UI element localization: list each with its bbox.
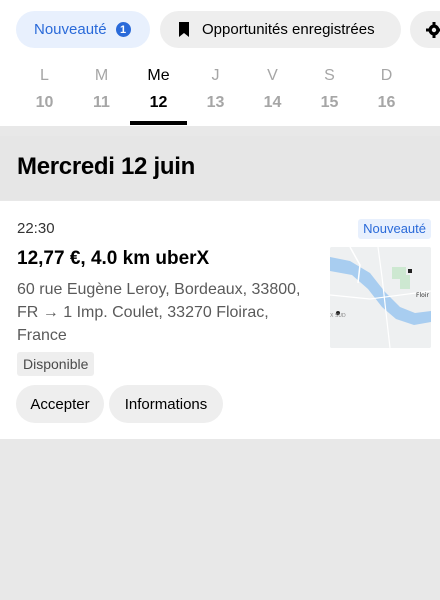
section-title: Mercredi 12 juin (17, 153, 195, 180)
map-label-south: X SUD (330, 313, 346, 319)
trip-card[interactable]: 22:30 Nouveauté 12,77 €, 4.0 km uberX 60… (0, 201, 440, 439)
day-number: 14 (263, 94, 282, 111)
bookmark-icon (179, 22, 189, 37)
day-letter: S (324, 67, 335, 84)
details-button[interactable]: Informations (109, 385, 223, 423)
day-number: 15 (320, 94, 339, 111)
filter-saved-label: Opportunités enregistrées (202, 21, 375, 38)
new-badge: Nouveauté (358, 219, 431, 239)
day-saturday[interactable]: S 15 (301, 60, 358, 126)
day-number: 11 (93, 94, 110, 111)
accept-button[interactable]: Accepter (16, 385, 104, 423)
filter-saved-chip[interactable]: Opportunités enregistrées (160, 11, 401, 48)
new-count-badge: 1 (115, 22, 131, 37)
week-day-selector: L 10 M 11 Me 12 J 13 V 14 S 15 D 16 (0, 60, 440, 126)
filter-chips: Nouveauté 1 Opportunités enregistrées (0, 0, 440, 60)
gear-icon (426, 21, 440, 38)
top-panel: Nouveauté 1 Opportunités enregistrées L … (0, 0, 440, 126)
day-letter: D (380, 67, 393, 84)
day-number: 12 (149, 94, 168, 111)
map-label-floirac: Floir (416, 292, 429, 299)
trip-fare: 12,77 €, 4.0 km uberX (17, 248, 210, 269)
day-friday[interactable]: V 14 (244, 60, 301, 126)
day-number: 16 (377, 94, 396, 111)
day-monday[interactable]: L 10 (16, 60, 73, 126)
trip-time: 22:30 (17, 220, 55, 237)
day-letter: M (94, 67, 109, 84)
date-header: Mercredi 12 juin (0, 136, 440, 200)
day-number: 13 (206, 94, 225, 111)
filter-settings-chip[interactable] (410, 11, 440, 48)
day-sunday[interactable]: D 16 (358, 60, 415, 126)
day-letter: V (267, 67, 278, 84)
filter-new-label: Nouveauté (34, 21, 107, 38)
day-number: 10 (35, 94, 54, 111)
filter-new-chip[interactable]: Nouveauté 1 (16, 11, 150, 48)
day-letter: L (40, 67, 49, 84)
route-map-thumbnail[interactable]: Floir X SUD (330, 247, 431, 348)
trip-route: 60 rue Eugène Leroy, Bordeaux, 33800, FR… (17, 281, 301, 344)
map-image: Floir X SUD (330, 247, 431, 348)
day-tuesday[interactable]: M 11 (73, 60, 130, 126)
day-thursday[interactable]: J 13 (187, 60, 244, 126)
day-letter: Me (147, 67, 170, 84)
status-badge: Disponible (17, 352, 95, 376)
day-letter: J (211, 67, 220, 84)
day-wednesday[interactable]: Me 12 (130, 60, 187, 126)
